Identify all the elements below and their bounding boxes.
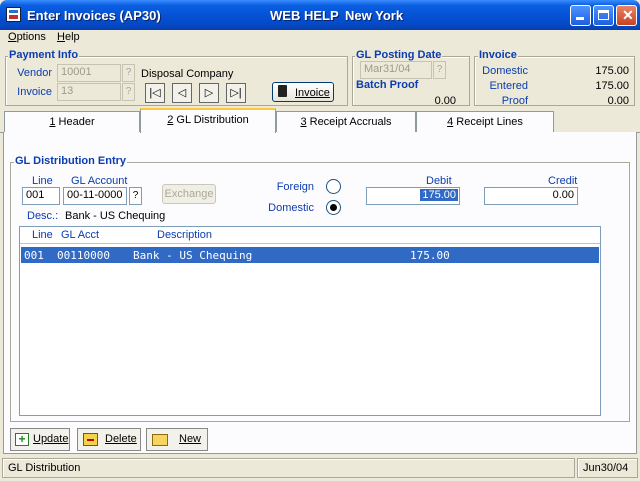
next-icon: ▷	[204, 87, 214, 99]
column-header-gl-acct[interactable]: GL Acct	[61, 229, 99, 241]
minimize-button[interactable]	[570, 5, 591, 26]
payment-info-title: Payment Info	[8, 49, 80, 61]
summary-proof-label: Proof	[501, 95, 528, 107]
tab-header[interactable]: 1 Header	[4, 111, 140, 132]
menu-help[interactable]: Help	[57, 31, 80, 43]
invoice-button-label: Invoice	[295, 87, 330, 99]
prev-record-button[interactable]: ◁	[172, 83, 192, 103]
add-icon: +	[15, 433, 29, 446]
vendor-lookup-button[interactable]: ?	[122, 64, 135, 82]
invoice-lookup-button[interactable]: ?	[122, 83, 135, 101]
tab-gl-distribution[interactable]: 2 GL Distribution	[140, 108, 276, 133]
new-label: New	[179, 433, 202, 445]
gl-account-lookup-button[interactable]: ?	[129, 187, 142, 205]
last-record-button[interactable]: ▷|	[226, 83, 246, 103]
posting-date-field[interactable]: Mar31/04	[360, 61, 432, 79]
radio-selected-dot	[330, 204, 337, 211]
gl-entry-title: GL Distribution Entry	[14, 155, 128, 167]
line-field[interactable]: 001	[22, 187, 60, 205]
maximize-icon	[598, 10, 609, 20]
domestic-label: Domestic	[268, 202, 314, 214]
invoice-label: Invoice	[17, 86, 52, 98]
gl-posting-title: GL Posting Date	[355, 49, 443, 61]
first-record-button[interactable]: |◁	[145, 83, 165, 103]
line-label: Line	[32, 175, 53, 187]
list-header-divider	[20, 243, 600, 244]
folder-icon	[152, 434, 168, 446]
window-title: Enter Invoices (AP30)	[27, 8, 161, 23]
debit-label: Debit	[426, 175, 452, 187]
last-icon: ▷|	[230, 87, 242, 99]
summary-entered-value: 175.00	[595, 80, 629, 92]
credit-label: Credit	[548, 175, 578, 187]
invoice-summary-title: Invoice	[478, 49, 518, 61]
row-amount: 175.00	[410, 249, 450, 262]
status-bar-date: Jun30/04	[577, 458, 638, 478]
gl-account-field[interactable]: 00-11-0000	[63, 187, 127, 205]
vendor-field[interactable]: 10001	[57, 64, 121, 82]
first-icon: |◁	[149, 87, 161, 99]
row-gl-acct: 00110000	[57, 249, 110, 262]
exchange-button[interactable]: Exchange	[162, 184, 216, 204]
vendor-name: Disposal Company	[141, 68, 234, 80]
tab-receipt-accruals[interactable]: 3 Receipt Accruals	[276, 111, 416, 132]
maximize-button[interactable]	[593, 5, 614, 26]
batch-proof-label: Batch Proof	[355, 79, 420, 91]
foreign-label: Foreign	[276, 181, 314, 193]
new-button[interactable]: New	[146, 428, 208, 451]
web-help-link[interactable]: WEB HELP	[270, 8, 339, 23]
foreign-radio[interactable]	[326, 179, 341, 194]
domestic-radio[interactable]	[326, 200, 341, 215]
desc-value: Bank - US Chequing	[65, 210, 166, 222]
row-line: 001	[24, 249, 44, 262]
summary-entered-label: Entered	[489, 80, 528, 92]
menu-options[interactable]: Options	[8, 31, 46, 43]
column-header-description[interactable]: Description	[157, 229, 212, 241]
delete-icon	[83, 433, 98, 446]
vendor-label: Vendor	[17, 67, 52, 79]
batch-proof-value: 0.00	[434, 95, 456, 107]
gl-account-label: GL Account	[71, 175, 128, 187]
minimize-icon	[576, 17, 584, 20]
credit-field[interactable]: 0.00	[484, 187, 578, 205]
update-button[interactable]: + Update	[10, 428, 70, 451]
menu-bar	[0, 30, 640, 46]
debit-value: 175.00	[420, 189, 458, 201]
close-button[interactable]: ✕	[616, 5, 637, 26]
invoice-button[interactable]: Invoice	[272, 82, 334, 102]
summary-proof-value: 0.00	[607, 95, 629, 107]
row-description: Bank - US Chequing	[133, 249, 253, 262]
debit-field[interactable]: 175.00	[366, 187, 460, 205]
desc-label: Desc.:	[27, 210, 59, 222]
delete-button[interactable]: Delete	[77, 428, 141, 451]
close-icon: ✕	[622, 7, 634, 23]
summary-domestic-value: 175.00	[595, 65, 629, 77]
tab-receipt-lines[interactable]: 4 Receipt Lines	[416, 111, 554, 132]
status-bar-left: GL Distribution	[2, 458, 575, 478]
app-icon	[6, 7, 21, 22]
prev-icon: ◁	[177, 87, 187, 99]
location-label: New York	[345, 8, 404, 23]
invoice-field[interactable]: 13	[57, 83, 121, 101]
column-header-line[interactable]: Line	[32, 229, 53, 241]
posting-date-lookup-button[interactable]: ?	[433, 61, 446, 79]
delete-label: Delete	[105, 433, 137, 445]
summary-domestic-label: Domestic	[482, 65, 528, 77]
next-record-button[interactable]: ▷	[199, 83, 219, 103]
update-label: Update	[33, 433, 69, 445]
trash-icon	[278, 85, 287, 97]
